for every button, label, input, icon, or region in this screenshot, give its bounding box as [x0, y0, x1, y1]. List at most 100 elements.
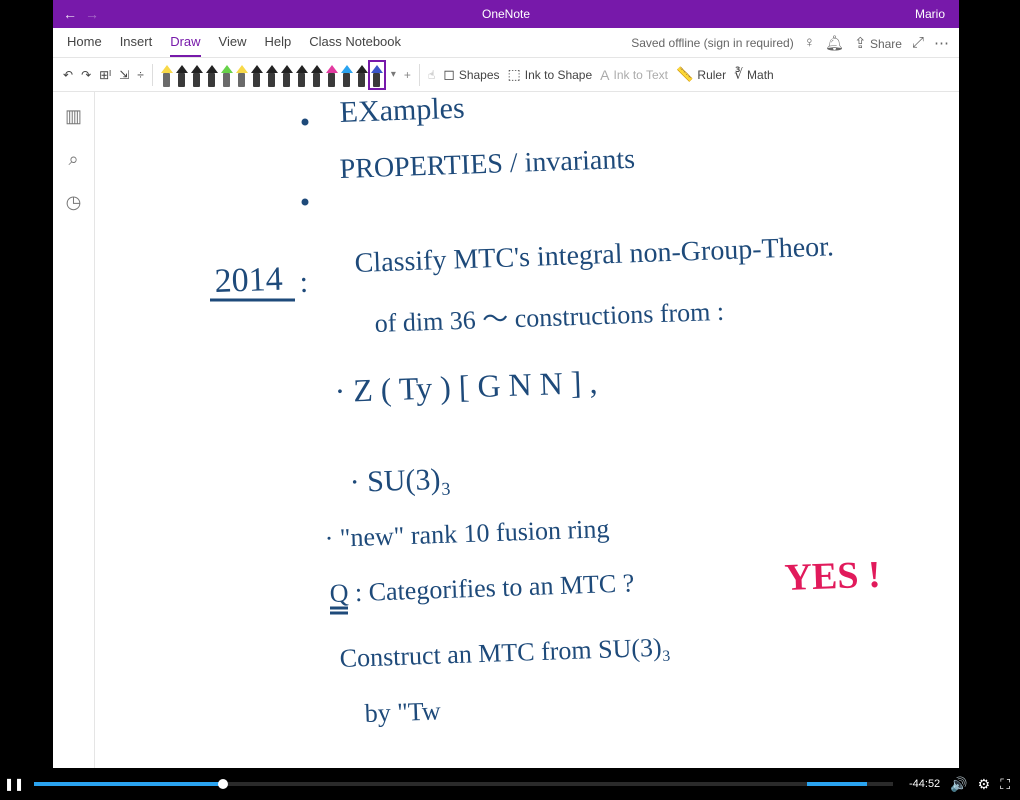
app-title: OneNote: [482, 7, 530, 21]
svg-text:Q : Categorifies to an MTC: Q : Categorifies to an MTC ?: [329, 568, 635, 608]
insert-space-button[interactable]: ⇲: [119, 68, 129, 82]
ink-canvas[interactable]: EXаmplеs PROPERTIES / invariants 2014: Clas…: [95, 92, 959, 768]
forward-icon[interactable]: →: [85, 6, 99, 22]
fullscreen-icon[interactable]: ⤢: [912, 34, 924, 51]
pen-14[interactable]: [371, 63, 383, 87]
lightbulb-icon[interactable]: ♀: [804, 34, 815, 51]
math-label: Math: [747, 68, 774, 82]
ink-to-text-label: Ink to Text: [614, 68, 668, 82]
search-icon[interactable]: ⌕: [68, 149, 78, 170]
shapes-icon: ◻: [443, 66, 455, 83]
video-controls: ❚❚ -44:52 🔊 ⚙ ⛶: [0, 768, 1020, 800]
share-label: Share: [870, 37, 902, 51]
pen-1[interactable]: [176, 63, 188, 87]
svg-text:PROPERTIES / invariants: PROPERTIES / invariants: [339, 144, 635, 185]
svg-text:· "new" rank 10 fusion rin: · "new" rank 10 fusion ring: [324, 514, 610, 553]
pen-4[interactable]: [221, 63, 233, 87]
pen-11[interactable]: [326, 63, 338, 87]
ruler-button[interactable]: 📏 Ruler: [676, 66, 726, 83]
save-status: Saved offline (sign in required): [631, 36, 794, 50]
redo-button[interactable]: ↷: [81, 68, 91, 82]
pen-5[interactable]: [236, 63, 248, 87]
seek-track[interactable]: [34, 782, 893, 786]
seek-thumb[interactable]: [218, 779, 228, 789]
ink-svg: EXаmplеs PROPERTIES / invariants 2014: Clas…: [95, 92, 959, 768]
pen-3[interactable]: [206, 63, 218, 87]
pen-13[interactable]: [356, 63, 368, 87]
settings-gear-icon[interactable]: ⚙: [978, 776, 991, 793]
ink-to-text-icon: A: [600, 67, 609, 83]
pen-gallery: [161, 63, 383, 87]
shapes-button[interactable]: ◻ Shapes: [443, 66, 499, 83]
svg-text:2014: 2014: [214, 261, 283, 300]
divider: [152, 64, 153, 86]
svg-text::: :: [299, 266, 308, 299]
draw-ribbon: ↶ ↷ ⊞ᴵ ⇲ ÷ ▾ + ☝︎ ◻ Shapes ⬚ Ink to Shap…: [53, 58, 959, 92]
pen-0[interactable]: [161, 63, 173, 87]
ink-to-shape-label: Ink to Shape: [525, 68, 592, 82]
more-icon[interactable]: ⋯: [934, 34, 949, 52]
pen-gallery-dropdown[interactable]: ▾: [391, 69, 396, 80]
nav-arrows: ← →: [53, 6, 109, 22]
pause-button[interactable]: ❚❚: [0, 777, 28, 791]
user-name[interactable]: Mario: [915, 7, 959, 21]
undo-button[interactable]: ↶: [63, 68, 73, 82]
video-stage: ← → OneNote Mario Home Insert Draw View Help…: [0, 0, 1020, 800]
pen-8[interactable]: [281, 63, 293, 87]
select-group: ⊞ᴵ ⇲ ÷: [99, 68, 144, 82]
history-group: ↶ ↷: [63, 68, 91, 82]
pen-6[interactable]: [251, 63, 263, 87]
back-icon[interactable]: ←: [63, 6, 77, 22]
share-icon: ⇪: [854, 35, 867, 52]
seek-progress: [34, 782, 223, 786]
menu-tab-draw[interactable]: Draw: [170, 28, 200, 57]
svg-text:YES !: YES !: [784, 554, 881, 599]
video-controls-right: -44:52 🔊 ⚙ ⛶: [899, 776, 1020, 793]
titlebar: ← → OneNote Mario: [53, 0, 959, 28]
pen-9[interactable]: [296, 63, 308, 87]
menu-tab-help[interactable]: Help: [265, 28, 292, 57]
pen-7[interactable]: [266, 63, 278, 87]
svg-text:Construct an MTC from SU: Construct an MTC from SU(3)₃: [339, 632, 671, 673]
svg-text:· Z ( Ty ) [ G N N ] ,: · Z ( Ty ) [ G N N ] ,: [334, 364, 598, 409]
svg-text:EXаmplеs: EXаmplеs: [339, 92, 465, 129]
menu-tab-insert[interactable]: Insert: [120, 28, 153, 57]
ink-to-shape-icon: ⬚: [508, 66, 521, 83]
menubar: Home Insert Draw View Help Class Notebook Sav…: [53, 28, 959, 58]
seek-buffer: [807, 782, 867, 786]
pen-2[interactable]: [191, 63, 203, 87]
shapes-label: Shapes: [459, 68, 500, 82]
volume-icon[interactable]: 🔊: [950, 776, 967, 793]
bell-icon[interactable]: 🔔︎: [825, 34, 844, 52]
menu-tab-view[interactable]: View: [219, 28, 247, 57]
math-button[interactable]: ∛ Math: [734, 66, 774, 83]
ink-to-shape-button[interactable]: ⬚ Ink to Shape: [508, 66, 593, 83]
ruler-label: Ruler: [697, 68, 726, 82]
pen-10[interactable]: [311, 63, 323, 87]
draw-touch-icon[interactable]: ☝︎: [428, 68, 435, 82]
svg-text:of dim 36 ～ constructions: of dim 36 ～ constructions from :: [374, 297, 724, 338]
add-pen-button[interactable]: +: [404, 68, 411, 82]
fullscreen-video-icon[interactable]: ⛶: [1000, 776, 1010, 793]
recent-icon[interactable]: ◷: [66, 192, 82, 213]
eraser-button[interactable]: ÷: [137, 68, 144, 82]
sidebar: ▥ ⌕ ◷: [53, 92, 95, 768]
menu-tabs: Home Insert Draw View Help Class Notebook: [53, 28, 415, 57]
divider: [419, 64, 420, 86]
svg-text:by "Tw: by "Tw: [364, 696, 441, 728]
svg-text:· SU(3)₃: · SU(3)₃: [349, 462, 451, 499]
time-remaining: -44:52: [909, 778, 940, 790]
workspace: ▥ ⌕ ◷ EXаmplеs PROPERTIES / invariants 201…: [53, 92, 959, 768]
onenote-window: ← → OneNote Mario Home Insert Draw View Help…: [53, 0, 959, 768]
svg-text:Classify MTC's integral: Classify MTC's integral non-Group-Theor.: [354, 231, 834, 279]
pen-12[interactable]: [341, 63, 353, 87]
share-button[interactable]: ⇪ Share: [854, 34, 902, 52]
math-icon: ∛: [734, 66, 743, 83]
ink-to-text-button: A Ink to Text: [600, 67, 668, 83]
menu-tab-home[interactable]: Home: [67, 28, 102, 57]
notebooks-icon[interactable]: ▥: [65, 106, 82, 127]
menubar-right: Saved offline (sign in required) ♀ 🔔︎ ⇪ …: [631, 34, 959, 52]
menu-tab-class-notebook[interactable]: Class Notebook: [309, 28, 401, 57]
ruler-icon: 📏: [676, 66, 693, 83]
lasso-button[interactable]: ⊞ᴵ: [99, 68, 111, 82]
